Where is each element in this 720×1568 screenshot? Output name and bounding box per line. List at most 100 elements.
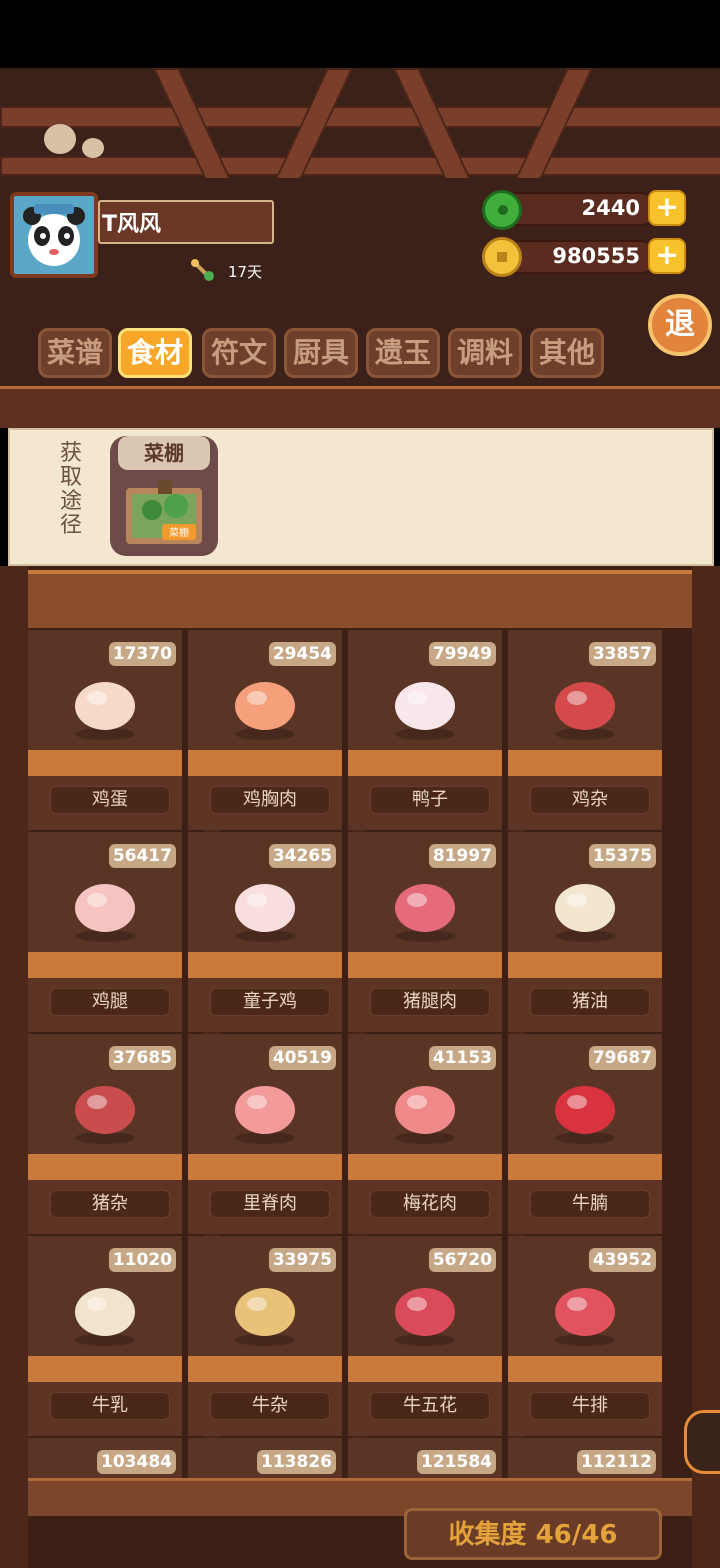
chicken-breast-icon bbox=[225, 664, 305, 744]
side-expand-button[interactable] bbox=[684, 1410, 720, 1474]
milk-jar-icon bbox=[65, 1270, 145, 1350]
ingredient-cell[interactable]: 牛五花 56720 bbox=[348, 1236, 502, 1436]
source-name: 菜棚 bbox=[118, 436, 210, 470]
ingredient-cell[interactable]: 鸭子 79949 bbox=[348, 630, 502, 830]
ingredient-count: 17370 bbox=[108, 642, 176, 666]
tab-cookware[interactable]: 厨具 bbox=[284, 328, 358, 378]
ingredient-count: 56720 bbox=[428, 1248, 496, 1272]
egg-icon bbox=[65, 664, 145, 744]
chick-small-decoration-icon bbox=[82, 138, 104, 158]
ceiling-rafters bbox=[0, 68, 720, 180]
divider-plank bbox=[0, 386, 720, 428]
ingredient-cell[interactable]: 里脊肉 40519 bbox=[188, 1034, 342, 1234]
shed-sign-text: 菜棚 bbox=[169, 526, 189, 539]
collection-progress: 收集度 46/46 bbox=[448, 1520, 618, 1550]
tab-others[interactable]: 其他 bbox=[530, 328, 604, 378]
tab-relic-jade[interactable]: 遗玉 bbox=[366, 328, 440, 378]
ingredient-cell[interactable]: 牛排 43952 bbox=[508, 1236, 662, 1436]
add-coin-button[interactable]: + bbox=[648, 238, 686, 274]
avatar[interactable] bbox=[10, 192, 98, 278]
pork-shoulder-icon bbox=[385, 1068, 465, 1148]
ingredient-count: 40519 bbox=[268, 1046, 336, 1070]
ingredient-name: 鸭子 bbox=[370, 786, 490, 814]
pork-leg-icon bbox=[385, 866, 465, 946]
ingredient-name: 梅花肉 bbox=[370, 1190, 490, 1218]
ingredient-name: 童子鸡 bbox=[210, 988, 330, 1016]
jade-amount: 2440 bbox=[581, 196, 640, 220]
shelf-top-plank bbox=[28, 570, 692, 628]
beef-offal-icon bbox=[225, 1270, 305, 1350]
ingredient-cell[interactable]: 牛腩 79687 bbox=[508, 1034, 662, 1234]
ingredient-name: 鸡胸肉 bbox=[210, 786, 330, 814]
ingredient-cell[interactable]: 梅花肉 41153 bbox=[348, 1034, 502, 1234]
ingredient-cell[interactable]: 猪杂 37685 bbox=[28, 1034, 182, 1234]
tenderloin-icon bbox=[225, 1068, 305, 1148]
chicken-offal-icon bbox=[545, 664, 625, 744]
exit-button[interactable]: 退 bbox=[648, 294, 712, 356]
vegetable-shed-icon: 菜棚 bbox=[122, 472, 206, 548]
ingredient-name: 鸡腿 bbox=[50, 988, 170, 1016]
ingredient-count: 41153 bbox=[428, 1046, 496, 1070]
ingredient-name: 牛腩 bbox=[530, 1190, 650, 1218]
login-days: 17天 bbox=[228, 263, 263, 281]
ingredient-name: 鸡蛋 bbox=[50, 786, 170, 814]
ingredient-count: 15375 bbox=[588, 844, 656, 868]
ingredient-name: 猪腿肉 bbox=[370, 988, 490, 1016]
ingredient-count: 56417 bbox=[108, 844, 176, 868]
ingredient-count: 37685 bbox=[108, 1046, 176, 1070]
ingredient-cell[interactable]: 童子鸡 34265 bbox=[188, 832, 342, 1032]
ingredient-name: 牛乳 bbox=[50, 1392, 170, 1420]
duck-icon bbox=[385, 664, 465, 744]
ingredient-cell[interactable]: 鸡杂 33857 bbox=[508, 630, 662, 830]
ingredient-count: 103484 bbox=[97, 1450, 176, 1474]
ingredient-name: 牛排 bbox=[530, 1392, 650, 1420]
beef-belly-icon bbox=[385, 1270, 465, 1350]
ingredient-count: 112112 bbox=[577, 1450, 656, 1474]
pickaxe-icon bbox=[190, 258, 216, 282]
source-label: 获取途径 bbox=[59, 441, 82, 538]
ingredient-cell[interactable]: 103484 bbox=[28, 1438, 182, 1478]
ingredient-cell[interactable]: 牛乳 11020 bbox=[28, 1236, 182, 1436]
ingredient-count: 34265 bbox=[268, 844, 336, 868]
ingredient-count: 29454 bbox=[268, 642, 336, 666]
ingredient-name: 里脊肉 bbox=[210, 1190, 330, 1218]
young-chicken-icon bbox=[225, 866, 305, 946]
ingredient-cell[interactable]: 121584 bbox=[348, 1438, 502, 1478]
ingredient-name: 牛杂 bbox=[210, 1392, 330, 1420]
coin-icon bbox=[482, 237, 522, 277]
ingredient-cell[interactable]: 113826 bbox=[188, 1438, 342, 1478]
ingredient-cell[interactable]: 牛杂 33975 bbox=[188, 1236, 342, 1436]
add-jade-button[interactable]: + bbox=[648, 190, 686, 226]
lard-icon bbox=[545, 866, 625, 946]
ingredient-name: 鸡杂 bbox=[530, 786, 650, 814]
pork-offal-icon bbox=[65, 1068, 145, 1148]
coin-amount: 980555 bbox=[552, 244, 640, 268]
tab-seasonings[interactable]: 调料 bbox=[448, 328, 522, 378]
ingredient-cell[interactable]: 鸡蛋 17370 bbox=[28, 630, 182, 830]
jade-icon bbox=[482, 190, 522, 230]
ingredient-cell[interactable]: 112112 bbox=[508, 1438, 662, 1478]
tab-recipes[interactable]: 菜谱 bbox=[38, 328, 112, 378]
drumstick-icon bbox=[65, 866, 145, 946]
beef-brisket-icon bbox=[545, 1068, 625, 1148]
ingredient-count: 81997 bbox=[428, 844, 496, 868]
ingredient-cell[interactable]: 鸡腿 56417 bbox=[28, 832, 182, 1032]
ingredient-count: 33857 bbox=[588, 642, 656, 666]
ingredient-name: 猪油 bbox=[530, 988, 650, 1016]
player-name: T风风 bbox=[102, 212, 162, 237]
ingredient-count: 43952 bbox=[588, 1248, 656, 1272]
ingredient-name: 猪杂 bbox=[50, 1190, 170, 1218]
ingredient-cell[interactable]: 猪油 15375 bbox=[508, 832, 662, 1032]
ingredient-count: 79949 bbox=[428, 642, 496, 666]
shelf-side-left bbox=[0, 566, 28, 1568]
tab-runes[interactable]: 符文 bbox=[202, 328, 276, 378]
chick-decoration-icon bbox=[44, 124, 76, 154]
ingredient-name: 牛五花 bbox=[370, 1392, 490, 1420]
status-bar bbox=[0, 0, 720, 68]
ingredient-count: 11020 bbox=[108, 1248, 176, 1272]
ingredient-count: 79687 bbox=[588, 1046, 656, 1070]
ingredient-count: 33975 bbox=[268, 1248, 336, 1272]
ingredient-cell[interactable]: 鸡胸肉 29454 bbox=[188, 630, 342, 830]
ingredient-cell[interactable]: 猪腿肉 81997 bbox=[348, 832, 502, 1032]
tab-ingredients[interactable]: 食材 bbox=[118, 328, 192, 378]
